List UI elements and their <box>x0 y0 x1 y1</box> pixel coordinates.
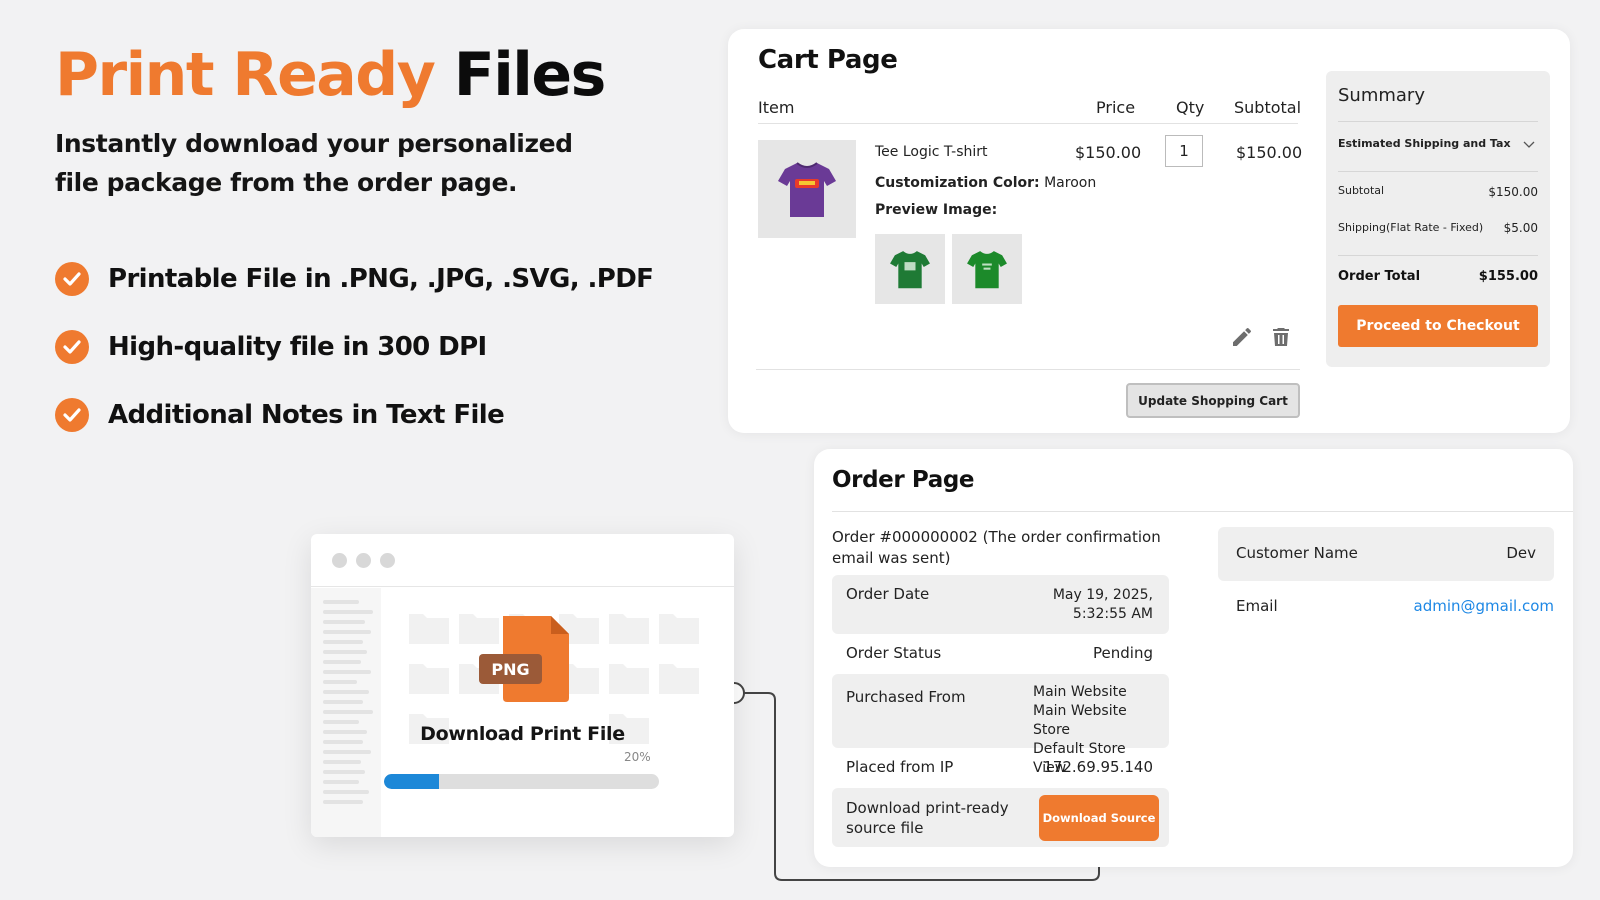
window-sidebar <box>311 588 381 837</box>
feature-list: Printable File in .PNG, .JPG, .SVG, .PDF… <box>55 245 654 449</box>
order-number: Order #000000002 (The order confirmation… <box>832 528 1161 567</box>
window-dot-icon <box>356 553 371 568</box>
trash-icon[interactable] <box>1269 325 1293 349</box>
summary-title: Summary <box>1338 85 1425 106</box>
check-circle-icon <box>55 330 89 364</box>
divider <box>1338 121 1538 122</box>
customization-value: Maroon <box>1044 175 1097 191</box>
download-window: PNG Download Print File 20% <box>311 534 734 837</box>
hero-subtitle: Instantly download your personalized fil… <box>55 129 573 197</box>
email-link[interactable]: admin@gmail.com <box>1414 597 1554 615</box>
divider <box>1338 171 1538 172</box>
item-subtotal: $150.00 <box>1236 143 1303 162</box>
purchased-from-row: Purchased From Main Website Main Website… <box>832 674 1169 776</box>
summary-shipping-label: Shipping(Flat Rate - Fixed) <box>1338 221 1484 234</box>
edit-pencil-icon[interactable] <box>1230 325 1254 349</box>
order-status-value: Pending <box>1093 644 1153 662</box>
hero-title-rest: Files <box>453 40 607 110</box>
ip-label: Placed from IP <box>846 758 954 776</box>
customer-name-label: Customer Name <box>1236 544 1358 562</box>
customer-name-row: Customer Name Dev <box>1218 527 1554 581</box>
divider <box>758 123 1298 124</box>
quantity-input[interactable]: 1 <box>1165 135 1203 167</box>
window-dot-icon <box>332 553 347 568</box>
customer-name-value: Dev <box>1506 544 1536 562</box>
download-source-button[interactable]: Download Source <box>1039 795 1159 841</box>
progress-fill <box>384 774 439 789</box>
customer-email-row: Email admin@gmail.com <box>1218 589 1554 623</box>
column-header-item: Item <box>758 98 795 117</box>
png-badge: PNG <box>479 654 542 684</box>
tshirt-preview-icon <box>967 251 1007 289</box>
check-circle-icon <box>55 398 89 432</box>
purchased-from-line: Main Website <box>1033 684 1127 700</box>
ip-value: 172.69.95.140 <box>1043 758 1153 776</box>
order-status-label: Order Status <box>846 644 942 662</box>
order-page-card: Order Page Order #000000002 (The order c… <box>814 449 1573 867</box>
summary-subtotal-value: $150.00 <box>1488 185 1538 199</box>
preview-image-2[interactable] <box>952 234 1022 304</box>
estimated-shipping-toggle[interactable]: Estimated Shipping and Tax <box>1338 137 1511 150</box>
download-source-label: Download print-ready source file <box>846 799 1009 837</box>
product-name[interactable]: Tee Logic T-shirt <box>875 144 988 160</box>
summary-subtotal-label: Subtotal <box>1338 184 1385 197</box>
preview-image-label: Preview Image: <box>875 202 998 218</box>
chevron-down-icon[interactable] <box>1523 141 1535 149</box>
purchased-from-line: Main Website Store <box>1033 703 1127 738</box>
customization-option: Customization Color: Maroon <box>875 175 1096 191</box>
purchased-from-label: Purchased From <box>846 688 966 706</box>
order-date-value: May 19, 2025, 5:32:55 AM <box>1052 587 1153 622</box>
customization-label: Customization Color: <box>875 175 1040 191</box>
feature-text: Printable File in .PNG, .JPG, .SVG, .PDF <box>108 264 654 294</box>
preview-image-1[interactable] <box>875 234 945 304</box>
order-page-title: Order Page <box>832 467 975 493</box>
email-label: Email <box>1236 597 1278 615</box>
check-circle-icon <box>55 262 89 296</box>
progress-percent: 20% <box>624 750 651 764</box>
summary-shipping-value: $5.00 <box>1503 221 1538 235</box>
product-thumbnail[interactable] <box>758 140 856 238</box>
feature-item: Printable File in .PNG, .JPG, .SVG, .PDF <box>55 245 654 313</box>
divider <box>832 511 1573 512</box>
divider <box>1338 255 1538 256</box>
order-date-row: Order Date May 19, 2025, 5:32:55 AM <box>832 575 1169 634</box>
hero-title-accent: Print Ready <box>55 40 436 110</box>
placed-from-ip-row: Placed from IP 172.69.95.140 <box>832 750 1169 786</box>
feature-item: Additional Notes in Text File <box>55 381 653 449</box>
feature-item: High-quality file in 300 DPI <box>55 313 653 381</box>
download-label: Download Print File <box>420 723 625 745</box>
tshirt-preview-icon <box>890 251 930 289</box>
item-price: $150.00 <box>1075 143 1142 162</box>
order-summary-panel: Summary Estimated Shipping and Tax Subto… <box>1326 71 1550 367</box>
order-status-row: Order Status Pending <box>832 636 1169 672</box>
divider <box>756 369 1300 370</box>
tshirt-icon <box>778 162 836 217</box>
hero-title: Print Ready Files <box>55 40 607 110</box>
proceed-to-checkout-button[interactable]: Proceed to Checkout <box>1338 305 1538 347</box>
feature-text: Additional Notes in Text File <box>108 400 505 430</box>
update-shopping-cart-button[interactable]: Update Shopping Cart <box>1126 383 1300 418</box>
order-total-value: $155.00 <box>1478 269 1538 284</box>
column-header-subtotal: Subtotal <box>1234 98 1302 117</box>
column-header-price: Price <box>1096 98 1136 117</box>
window-titlebar <box>311 534 734 587</box>
column-header-qty: Qty <box>1176 98 1205 117</box>
order-total-label: Order Total <box>1338 269 1421 284</box>
cart-page-card: Cart Page Item Price Qty Subtotal Tee Lo… <box>728 29 1570 433</box>
window-dot-icon <box>380 553 395 568</box>
feature-text: High-quality file in 300 DPI <box>108 332 487 362</box>
cart-page-title: Cart Page <box>758 45 898 75</box>
order-date-label: Order Date <box>846 585 930 603</box>
download-source-row: Download print-ready source file Downloa… <box>832 788 1169 847</box>
download-progress-bar <box>384 774 659 789</box>
